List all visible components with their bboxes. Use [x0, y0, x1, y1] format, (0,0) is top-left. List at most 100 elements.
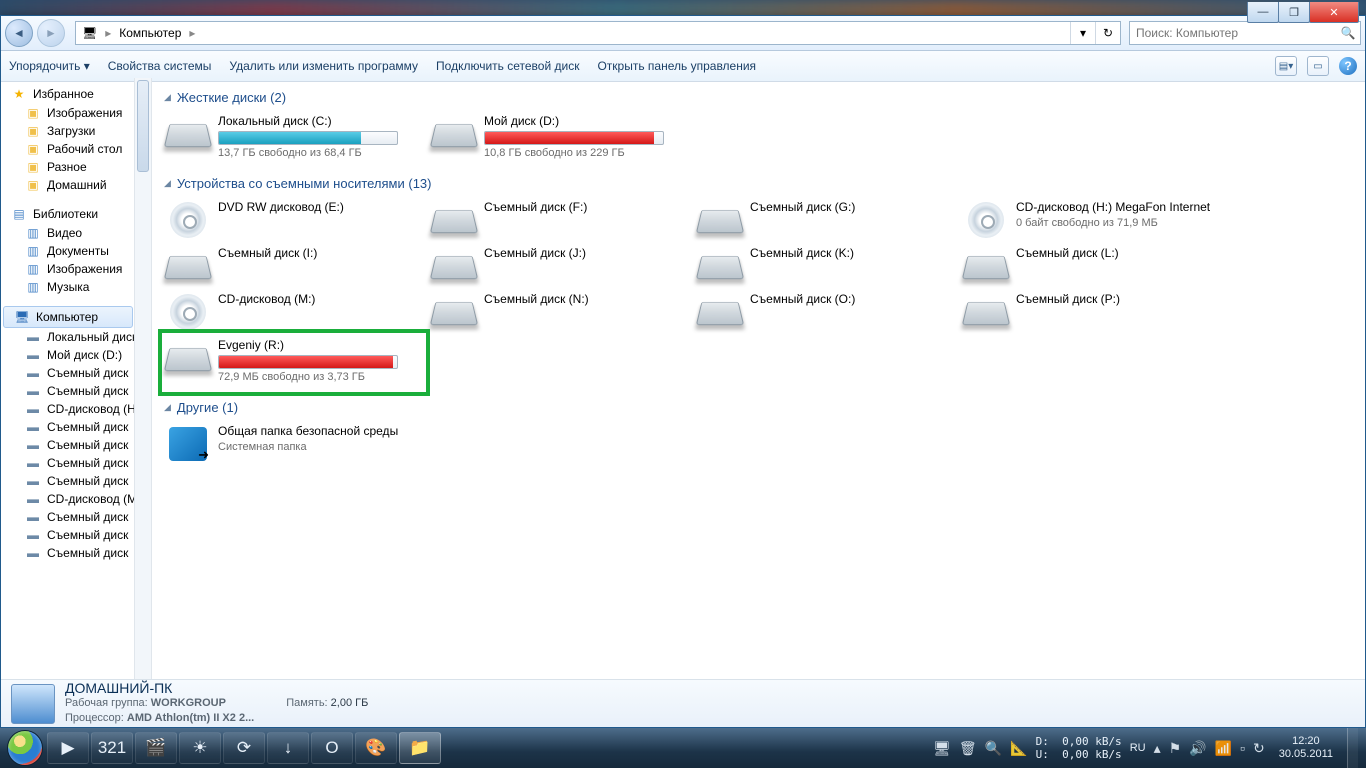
drive-item[interactable]: Evgeniy (R:)72,9 МБ свободно из 3,73 ГБ	[164, 335, 422, 386]
taskbar-app-button[interactable]: 📁	[399, 732, 441, 764]
drive-item[interactable]: Мой диск (D:)10,8 ГБ свободно из 229 ГБ	[430, 111, 688, 162]
drive-item[interactable]: Локальный диск (C:)13,7 ГБ свободно из 6…	[164, 111, 422, 162]
nav-item[interactable]: ▬Съемный диск	[1, 436, 151, 454]
nav-item[interactable]: ▣Изображения	[1, 104, 151, 122]
search-box[interactable]: 🔍	[1129, 21, 1361, 45]
drive-item[interactable]: Съемный диск (N:)	[430, 289, 688, 335]
drive-item[interactable]: Съемный диск (L:)	[962, 243, 1220, 289]
taskbar-app-button[interactable]: ☀	[179, 732, 221, 764]
breadcrumb-root[interactable]: Компьютер	[113, 22, 187, 44]
nav-item[interactable]: ▣Разное	[1, 158, 151, 176]
search-input[interactable]	[1130, 26, 1336, 40]
address-bar[interactable]: 🖥 ▸ Компьютер ▸ ▾ ↻	[75, 21, 1121, 45]
taskbar-app-button[interactable]: ↓	[267, 732, 309, 764]
taskbar-app-button[interactable]: 🎬	[135, 732, 177, 764]
drive-name: Съемный диск (I:)	[218, 246, 420, 261]
tray-display-icon[interactable]: 🖥	[933, 740, 951, 757]
hard-disks-header[interactable]: ◢Жесткие диски (2)	[164, 86, 1357, 111]
search-icon[interactable]: 🔍	[1336, 26, 1360, 40]
back-button[interactable]: ◄	[5, 19, 33, 47]
drive-item[interactable]: Съемный диск (J:)	[430, 243, 688, 289]
tray-search-icon[interactable]: 🔍	[985, 740, 1002, 757]
nav-item[interactable]: ▬ Съемный диск	[1, 472, 151, 490]
favorites-header[interactable]: ★Избранное	[1, 84, 151, 104]
nav-item-label: Рабочий стол	[47, 142, 122, 156]
preview-pane-button[interactable]: ▭	[1307, 56, 1329, 76]
start-button[interactable]	[4, 728, 46, 768]
taskbar-app-button[interactable]: ⟳	[223, 732, 265, 764]
other-header[interactable]: ◢Другие (1)	[164, 396, 1357, 421]
computer-header[interactable]: 🖥Компьютер	[3, 306, 133, 328]
removable-header[interactable]: ◢Устройства со съемными носителями (13)	[164, 172, 1357, 197]
nav-item[interactable]: ▬Съемный диск	[1, 544, 151, 562]
tray-clean-icon[interactable]: ▫	[1240, 740, 1245, 756]
drive-item[interactable]: DVD RW дисковод (E:)	[164, 197, 422, 243]
maximize-button[interactable]: ❐	[1278, 2, 1310, 23]
nav-item[interactable]: ▬CD-дисковод (H	[1, 400, 151, 418]
taskbar-app-button[interactable]: O	[311, 732, 353, 764]
nav-item[interactable]: ▬Съемный диск	[1, 382, 151, 400]
nav-item[interactable]: ▣Домашний	[1, 176, 151, 194]
language-indicator[interactable]: RU	[1130, 742, 1146, 754]
breadcrumb-sep-icon[interactable]: ▸	[187, 26, 197, 40]
drive-i-icon: ▬	[25, 473, 41, 489]
other-item[interactable]: Общая папка безопасной средыСистемная па…	[164, 421, 422, 467]
nav-item[interactable]: ▥Музыка	[1, 278, 151, 296]
tray-ruler-icon[interactable]: 📐	[1010, 740, 1027, 757]
control-panel-button[interactable]: Открыть панель управления	[597, 59, 756, 73]
organize-menu[interactable]: Упорядочить ▾	[9, 59, 90, 73]
nav-item[interactable]: ▥Документы	[1, 242, 151, 260]
nav-item[interactable]: ▣Рабочий стол	[1, 140, 151, 158]
nav-item-label: Съемный диск	[47, 474, 128, 488]
tray-flag-icon[interactable]: ⚑	[1169, 740, 1182, 757]
nav-item[interactable]: ▬Съемный диск	[1, 418, 151, 436]
breadcrumb-sep-icon: ▸	[103, 26, 113, 40]
taskbar-clock[interactable]: 12:2030.05.2011	[1273, 735, 1339, 761]
show-desktop-button[interactable]	[1347, 728, 1358, 768]
nav-item[interactable]: ▬Съемный диск	[1, 508, 151, 526]
tray-network-icon[interactable]: 📶	[1215, 740, 1232, 757]
close-button[interactable]: ✕	[1309, 2, 1359, 23]
network-speed-widget[interactable]: D: 0,00 kB/s U: 0,00 kB/s	[1036, 735, 1122, 761]
help-button[interactable]: ?	[1339, 57, 1357, 75]
tray-volume-icon[interactable]: 🔊	[1189, 740, 1206, 757]
drive-item[interactable]: Съемный диск (K:)	[696, 243, 954, 289]
nav-item-label: Съемный диск	[47, 510, 128, 524]
nav-item[interactable]: ▬Съемный диск	[1, 364, 151, 382]
taskbar-app-button[interactable]: 🎨	[355, 732, 397, 764]
nav-item[interactable]: ▬Съемный диск	[1, 526, 151, 544]
drive-item[interactable]: CD-дисковод (H:) MegaFon Internet0 байт …	[962, 197, 1220, 243]
tray-recycle-icon[interactable]: 🗑	[959, 740, 977, 757]
nav-item[interactable]: ▬Локальный диск	[1, 328, 151, 346]
drive-i-icon: ▬	[25, 401, 41, 417]
nav-item[interactable]: ▥Видео	[1, 224, 151, 242]
sidebar-scrollbar[interactable]	[134, 78, 151, 679]
tray-sync-icon[interactable]: ↻	[1253, 740, 1265, 757]
drive-item[interactable]: Съемный диск (G:)	[696, 197, 954, 243]
drive-item[interactable]: Съемный диск (P:)	[962, 289, 1220, 335]
address-dropdown-button[interactable]: ▾	[1070, 22, 1095, 44]
drive-icon	[964, 246, 1008, 286]
drive-icon	[166, 292, 210, 332]
view-options-button[interactable]: ▤▾	[1275, 56, 1297, 76]
drive-item[interactable]: Съемный диск (F:)	[430, 197, 688, 243]
minimize-button[interactable]: —	[1247, 2, 1279, 23]
nav-item[interactable]: ▬Съемный диск	[1, 454, 151, 472]
libraries-header[interactable]: ▤Библиотеки	[1, 204, 151, 224]
nav-item[interactable]: ▬CD-дисковод (M	[1, 490, 151, 508]
refresh-button[interactable]: ↻	[1095, 22, 1120, 44]
drive-name: Съемный диск (G:)	[750, 200, 952, 215]
taskbar-app-button[interactable]: ▶	[47, 732, 89, 764]
map-network-drive-button[interactable]: Подключить сетевой диск	[436, 59, 579, 73]
uninstall-program-button[interactable]: Удалить или изменить программу	[229, 59, 418, 73]
nav-item[interactable]: ▬Мой диск (D:)	[1, 346, 151, 364]
forward-button[interactable]: ►	[37, 19, 65, 47]
drive-item[interactable]: Съемный диск (I:)	[164, 243, 422, 289]
nav-item[interactable]: ▣Загрузки	[1, 122, 151, 140]
system-properties-button[interactable]: Свойства системы	[108, 59, 212, 73]
scrollbar-thumb[interactable]	[137, 80, 149, 172]
drive-item[interactable]: Съемный диск (O:)	[696, 289, 954, 335]
nav-item[interactable]: ▥Изображения	[1, 260, 151, 278]
taskbar-app-button[interactable]: 321	[91, 732, 133, 764]
tray-overflow-icon[interactable]: ▴	[1154, 740, 1161, 757]
